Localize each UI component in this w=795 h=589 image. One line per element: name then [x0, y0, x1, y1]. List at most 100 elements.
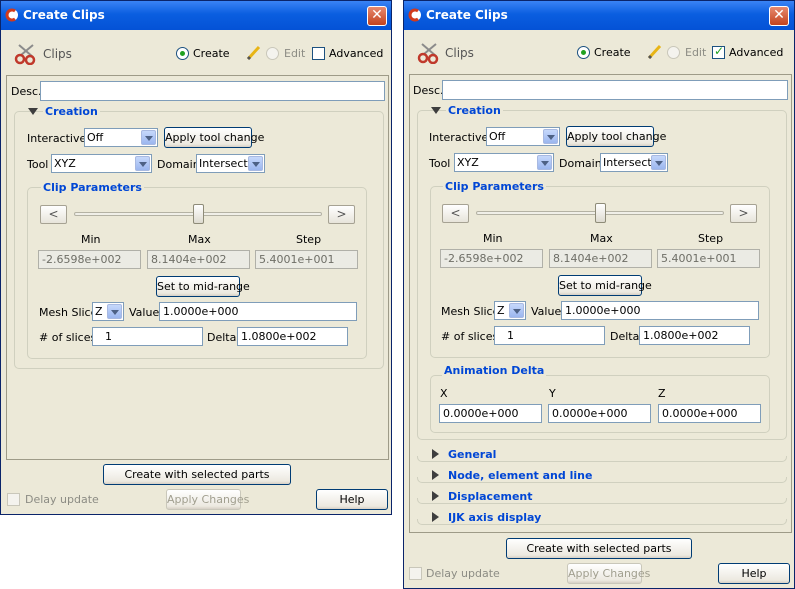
- scissors-icon: [14, 44, 36, 65]
- slices-label: # of slices: [441, 330, 499, 343]
- title-bar[interactable]: Create Clips ✕: [1, 1, 391, 30]
- apply-changes-button[interactable]: Apply Changes: [166, 489, 249, 510]
- slider-thumb[interactable]: [193, 204, 204, 224]
- clip-parameters-title: Clip Parameters: [443, 180, 546, 193]
- pencil-icon: [647, 44, 662, 60]
- chevron-down-icon[interactable]: [107, 304, 122, 319]
- help-button[interactable]: Help: [316, 489, 388, 510]
- chevron-down-icon[interactable]: [537, 155, 552, 170]
- slices-input[interactable]: 1: [92, 327, 203, 346]
- section-ijk-axis-display-title[interactable]: IJK axis display: [446, 511, 544, 524]
- slider-next-button[interactable]: >: [730, 204, 757, 223]
- x-label: X: [440, 387, 448, 400]
- step-label: Step: [296, 233, 322, 246]
- delay-update-label: Delay update: [25, 493, 99, 506]
- interactive-select[interactable]: Off: [486, 127, 560, 146]
- mesh-slice-select[interactable]: Z: [494, 301, 526, 320]
- clip-parameters-title: Clip Parameters: [41, 181, 144, 194]
- max-field: 8.1404e+002: [549, 249, 652, 268]
- expand-triangle-icon[interactable]: [432, 470, 439, 480]
- value-input[interactable]: 1.0000e+000: [561, 301, 759, 320]
- step-field: 5.4001e+001: [255, 250, 358, 269]
- pencil-icon: [246, 45, 261, 61]
- delta-input[interactable]: 1.0800e+002: [639, 326, 750, 345]
- chevron-down-icon[interactable]: [543, 129, 558, 144]
- collapse-triangle-icon[interactable]: [431, 107, 441, 114]
- slider-prev-button[interactable]: <: [40, 205, 67, 224]
- slices-input[interactable]: 1: [494, 326, 605, 345]
- collapse-triangle-icon[interactable]: [28, 108, 38, 115]
- close-button[interactable]: ✕: [769, 6, 789, 26]
- max-field: 8.1404e+002: [147, 250, 250, 269]
- chevron-down-icon[interactable]: [509, 303, 524, 318]
- edit-radio[interactable]: [667, 46, 680, 59]
- chevron-down-icon[interactable]: [141, 130, 156, 145]
- interactive-label: Interactive: [429, 131, 489, 144]
- chevron-down-icon[interactable]: [248, 156, 263, 171]
- set-mid-range-button[interactable]: Set to mid-range: [558, 275, 652, 296]
- edit-radio-label: Edit: [284, 47, 306, 60]
- delay-update-label: Delay update: [426, 567, 500, 580]
- create-with-selected-parts-button[interactable]: Create with selected parts: [506, 538, 692, 559]
- delta-input[interactable]: 1.0800e+002: [237, 327, 348, 346]
- advanced-checkbox[interactable]: [312, 47, 325, 60]
- expand-triangle-icon[interactable]: [432, 449, 439, 459]
- domain-select[interactable]: Intersect: [196, 154, 265, 173]
- window-title: Create Clips: [23, 8, 105, 22]
- create-radio[interactable]: [176, 47, 189, 60]
- create-clips-window-basic: Create Clips ✕ Clips Create Edit Advance…: [0, 0, 392, 515]
- expand-triangle-icon[interactable]: [432, 491, 439, 501]
- create-radio-label: Create: [193, 47, 230, 60]
- interactive-select[interactable]: Off: [84, 128, 158, 147]
- scissors-icon: [417, 43, 439, 64]
- delay-update-checkbox[interactable]: [409, 567, 422, 580]
- desc-input[interactable]: [40, 81, 385, 101]
- advanced-label: Advanced: [729, 46, 784, 59]
- value-input[interactable]: 1.0000e+000: [159, 302, 357, 321]
- expand-triangle-icon[interactable]: [432, 512, 439, 522]
- apply-tool-change-button[interactable]: Apply tool change: [164, 127, 264, 148]
- app-logo-icon: [5, 8, 18, 22]
- clips-label: Clips: [43, 47, 72, 61]
- chevron-down-icon[interactable]: [651, 155, 666, 170]
- step-label: Step: [698, 232, 724, 245]
- y-label: Y: [549, 387, 556, 400]
- mesh-slice-select[interactable]: Z: [92, 302, 124, 321]
- help-button[interactable]: Help: [718, 563, 790, 584]
- main-panel: Desc. Creation Interactive Off Apply too…: [6, 75, 389, 460]
- desc-input[interactable]: [442, 80, 788, 100]
- creation-title[interactable]: Creation: [446, 104, 503, 117]
- tool-select[interactable]: XYZ: [51, 154, 152, 173]
- window-title: Create Clips: [426, 8, 508, 22]
- section-general-title[interactable]: General: [446, 448, 499, 461]
- create-radio[interactable]: [577, 46, 590, 59]
- apply-changes-button[interactable]: Apply Changes: [567, 563, 650, 584]
- x-delta-input[interactable]: 0.0000e+000: [439, 404, 542, 423]
- main-panel: Desc. Creation Interactive Off Apply too…: [409, 74, 792, 533]
- apply-tool-change-button[interactable]: Apply tool change: [566, 126, 666, 147]
- domain-label: Domain: [157, 158, 200, 171]
- close-button[interactable]: ✕: [367, 6, 387, 26]
- edit-radio[interactable]: [266, 47, 279, 60]
- set-mid-range-button[interactable]: Set to mid-range: [156, 276, 250, 297]
- slider-next-button[interactable]: >: [328, 205, 355, 224]
- delta-label: Delta: [610, 330, 640, 343]
- advanced-checkbox[interactable]: [712, 44, 725, 59]
- section-displacement-title[interactable]: Displacement: [446, 490, 535, 503]
- chevron-down-icon[interactable]: [135, 156, 150, 171]
- create-with-selected-parts-button[interactable]: Create with selected parts: [103, 464, 291, 485]
- create-clips-window-advanced: Create Clips ✕ Clips Create Edit Advance…: [403, 0, 795, 589]
- title-bar[interactable]: Create Clips ✕: [404, 1, 794, 30]
- section-node-element-line-title[interactable]: Node, element and line: [446, 469, 595, 482]
- tool-select[interactable]: XYZ: [454, 153, 554, 172]
- creation-title[interactable]: Creation: [43, 105, 100, 118]
- z-delta-input[interactable]: 0.0000e+000: [658, 404, 761, 423]
- delay-update-checkbox[interactable]: [7, 493, 20, 506]
- domain-select[interactable]: Intersect: [600, 153, 668, 172]
- y-delta-input[interactable]: 0.0000e+000: [548, 404, 651, 423]
- desc-label: Desc.: [413, 84, 444, 97]
- slider-thumb[interactable]: [595, 203, 606, 223]
- edit-radio-label: Edit: [685, 46, 707, 59]
- step-field: 5.4001e+001: [657, 249, 760, 268]
- slider-prev-button[interactable]: <: [442, 204, 469, 223]
